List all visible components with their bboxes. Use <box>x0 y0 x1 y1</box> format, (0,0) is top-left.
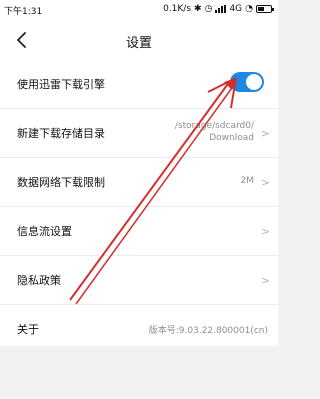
setting-label: 隐私政策 <box>17 274 61 287</box>
chevron-right-icon: > <box>260 176 270 189</box>
status-icons: 0.1K/s ✱ ◷ 4G ◔ <box>163 4 274 14</box>
status-bar: 下午1:31 0.1K/s ✱ ◷ 4G ◔ <box>0 0 278 20</box>
page-title: 设置 <box>125 36 152 51</box>
chevron-right-icon: > <box>260 225 270 238</box>
alarm-icon: ◷ <box>204 4 213 14</box>
setting-label: 信息流设置 <box>17 225 72 238</box>
directory-path-line2: Download <box>209 133 254 143</box>
signal-icon <box>215 5 227 13</box>
network-speed: 0.1K/s <box>163 4 192 14</box>
network-type: 4G <box>229 4 243 14</box>
setting-feed[interactable]: 信息流设置 > <box>0 207 278 256</box>
setting-privacy-policy[interactable]: 隐私政策 > <box>0 256 278 305</box>
setting-label: 关于 <box>17 323 39 336</box>
battery-icon <box>256 5 274 13</box>
version-value: 版本号:9.03.22.800001(cn) <box>148 326 268 336</box>
setting-value: /storage/sdcard0/ Download <box>175 120 254 144</box>
setting-value: 2M <box>240 176 255 186</box>
setting-download-directory[interactable]: 新建下载存储目录 /storage/sdcard0/ Download > <box>0 109 278 158</box>
setting-label: 数据网络下载限制 <box>17 176 105 189</box>
setting-label: 使用迅雷下载引擎 <box>17 78 105 91</box>
setting-label: 新建下载存储目录 <box>17 127 105 140</box>
status-time: 下午1:31 <box>4 7 43 17</box>
setting-xunlei-engine[interactable]: 使用迅雷下载引擎 <box>0 60 278 109</box>
settings-list: 使用迅雷下载引擎 新建下载存储目录 /storage/sdcard0/ Down… <box>0 60 278 354</box>
xunlei-engine-toggle[interactable] <box>230 72 264 92</box>
empty-area <box>0 346 278 399</box>
chevron-right-icon: > <box>260 127 270 140</box>
chevron-right-icon: > <box>260 274 270 287</box>
toggle-knob <box>246 74 262 90</box>
wifi-icon: ◔ <box>245 4 253 14</box>
bluetooth-icon: ✱ <box>194 4 202 14</box>
directory-path-line1: /storage/sdcard0/ <box>174 121 254 131</box>
header: 设置 <box>0 20 278 60</box>
setting-mobile-data-limit[interactable]: 数据网络下载限制 2M > <box>0 158 278 207</box>
